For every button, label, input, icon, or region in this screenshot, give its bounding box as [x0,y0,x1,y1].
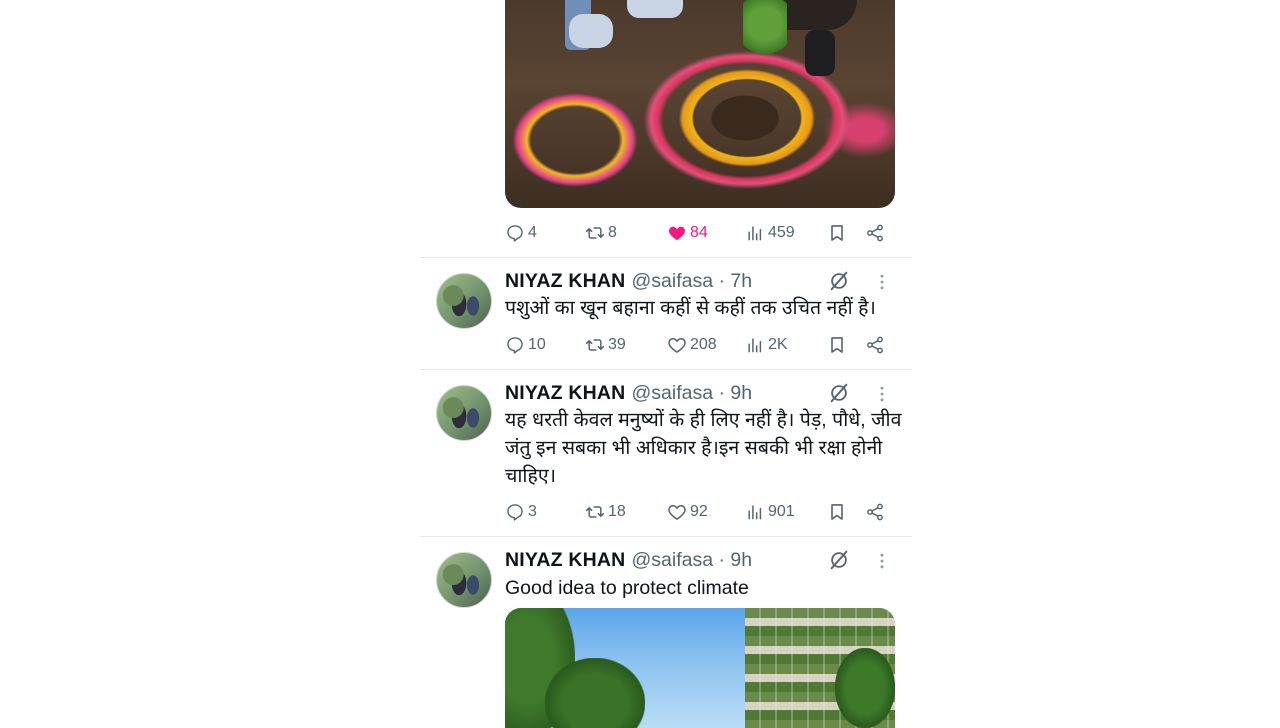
more-vertical-icon[interactable] [872,271,892,293]
reply-icon [505,335,525,355]
more-vertical-icon[interactable] [872,383,892,405]
post-actions-bar: 10 39 208 2K [505,333,905,357]
views-icon [745,223,765,243]
like-count: 208 [690,336,717,353]
repost-count: 39 [608,336,626,353]
reply-icon [505,223,525,243]
tweet-header: NIYAZ KHAN @saifasa · 9h [505,548,752,572]
grok-icon[interactable] [828,549,850,571]
bookmark-button[interactable] [827,333,847,357]
share-button[interactable] [865,333,885,357]
post-image-green-building[interactable] [505,608,895,728]
image-detail [569,14,613,48]
views-button[interactable]: 2K [745,333,788,357]
repost-count: 8 [608,224,617,241]
reply-count: 3 [528,503,537,520]
tweet-text: यह धरती केवल मनुष्यों के ही लिए नहीं है।… [505,409,902,487]
image-detail [835,648,895,728]
author-handle[interactable]: @saifasa · 7h [631,270,752,293]
image-detail [627,0,683,18]
share-button[interactable] [865,221,885,245]
image-detail [805,30,835,76]
bookmark-icon [827,223,847,243]
like-count: 84 [690,224,708,241]
views-button[interactable]: 459 [745,221,795,245]
tweet-text: पशुओं का खून बहाना कहीं से कहीं तक उचित … [505,297,876,319]
like-button[interactable]: 84 [667,221,708,245]
heart-filled-icon [667,223,687,243]
repost-button[interactable]: 18 [585,500,626,524]
avatar[interactable] [436,273,492,329]
repost-icon [585,223,605,243]
timestamp[interactable]: 9h [730,382,752,404]
bookmark-icon [827,502,847,522]
tweet[interactable]: NIYAZ KHAN @saifasa · 9h यह धरती केवल मन… [420,369,912,537]
avatar[interactable] [436,552,492,608]
image-detail [545,658,645,728]
tweet[interactable]: NIYAZ KHAN @saifasa · 7h पशुओं का खून बह… [420,257,912,369]
grok-icon[interactable] [828,270,850,292]
bookmark-icon [827,335,847,355]
bookmark-button[interactable] [827,500,847,524]
image-detail [743,0,787,60]
post-image-flowers[interactable] [505,0,895,208]
like-count: 92 [690,503,708,520]
timestamp[interactable]: 9h [730,549,752,571]
reply-button[interactable]: 3 [505,500,537,524]
reply-count: 4 [528,224,537,241]
author-name[interactable]: NIYAZ KHAN [505,270,625,293]
like-button[interactable]: 208 [667,333,717,357]
reply-icon [505,502,525,522]
grok-icon[interactable] [828,382,850,404]
views-icon [745,335,765,355]
views-count: 901 [768,503,795,520]
views-count: 2K [768,336,788,353]
views-button[interactable]: 901 [745,500,795,524]
repost-icon [585,502,605,522]
repost-count: 18 [608,503,626,520]
share-icon [865,335,885,355]
timestamp[interactable]: 7h [730,270,752,292]
reply-button[interactable]: 4 [505,221,537,245]
share-icon [865,502,885,522]
author-name[interactable]: NIYAZ KHAN [505,382,625,405]
author-handle[interactable]: @saifasa · 9h [631,549,752,572]
tweet-text: Good idea to protect climate [505,577,749,599]
heart-icon [667,502,687,522]
timeline-feed: 4 8 84 459 NIYAZ KHAN @saifasa · 7h पशुओ… [420,0,912,728]
more-vertical-icon[interactable] [872,550,892,572]
heart-icon [667,335,687,355]
like-button[interactable]: 92 [667,500,708,524]
tweet[interactable]: NIYAZ KHAN @saifasa · 9h Good idea to pr… [420,536,912,728]
views-icon [745,502,765,522]
tweet-header: NIYAZ KHAN @saifasa · 9h [505,381,752,405]
post-actions-bar: 3 18 92 901 [505,500,905,524]
author-handle[interactable]: @saifasa · 9h [631,382,752,405]
reply-count: 10 [528,336,546,353]
views-count: 459 [768,224,795,241]
author-name[interactable]: NIYAZ KHAN [505,549,625,572]
avatar[interactable] [436,385,492,441]
share-button[interactable] [865,500,885,524]
repost-button[interactable]: 8 [585,221,617,245]
post-actions-bar: 4 8 84 459 [505,221,905,245]
reply-button[interactable]: 10 [505,333,546,357]
tweet-header: NIYAZ KHAN @saifasa · 7h [505,269,752,293]
share-icon [865,223,885,243]
bookmark-button[interactable] [827,221,847,245]
repost-button[interactable]: 39 [585,333,626,357]
repost-icon [585,335,605,355]
